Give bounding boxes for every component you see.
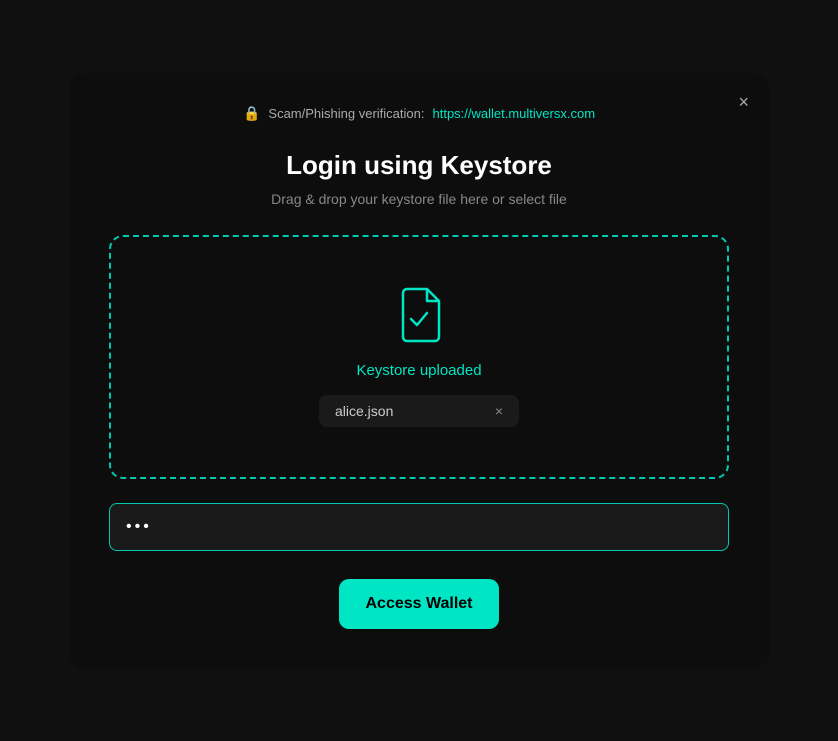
file-tag: alice.json ×: [319, 395, 519, 427]
lock-icon: 🔒: [243, 105, 260, 122]
access-wallet-button[interactable]: Access Wallet: [339, 579, 499, 629]
modal-container: × 🔒 Scam/Phishing verification: https://…: [69, 73, 769, 669]
uploaded-label: Keystore uploaded: [356, 362, 481, 379]
verification-link[interactable]: https://wallet.multiversx.com: [432, 106, 595, 121]
close-button[interactable]: ×: [734, 89, 753, 115]
modal-title: Login using Keystore: [109, 150, 729, 181]
file-check-icon: [391, 287, 447, 348]
remove-file-button[interactable]: ×: [495, 404, 503, 418]
password-input[interactable]: [109, 503, 729, 551]
modal-subtitle: Drag & drop your keystore file here or s…: [109, 191, 729, 207]
drop-zone[interactable]: Keystore uploaded alice.json ×: [109, 235, 729, 479]
verification-label: Scam/Phishing verification:: [268, 106, 424, 121]
file-name: alice.json: [335, 403, 393, 419]
modal-overlay: × 🔒 Scam/Phishing verification: https://…: [0, 0, 838, 741]
verification-bar: 🔒 Scam/Phishing verification: https://wa…: [109, 105, 729, 122]
